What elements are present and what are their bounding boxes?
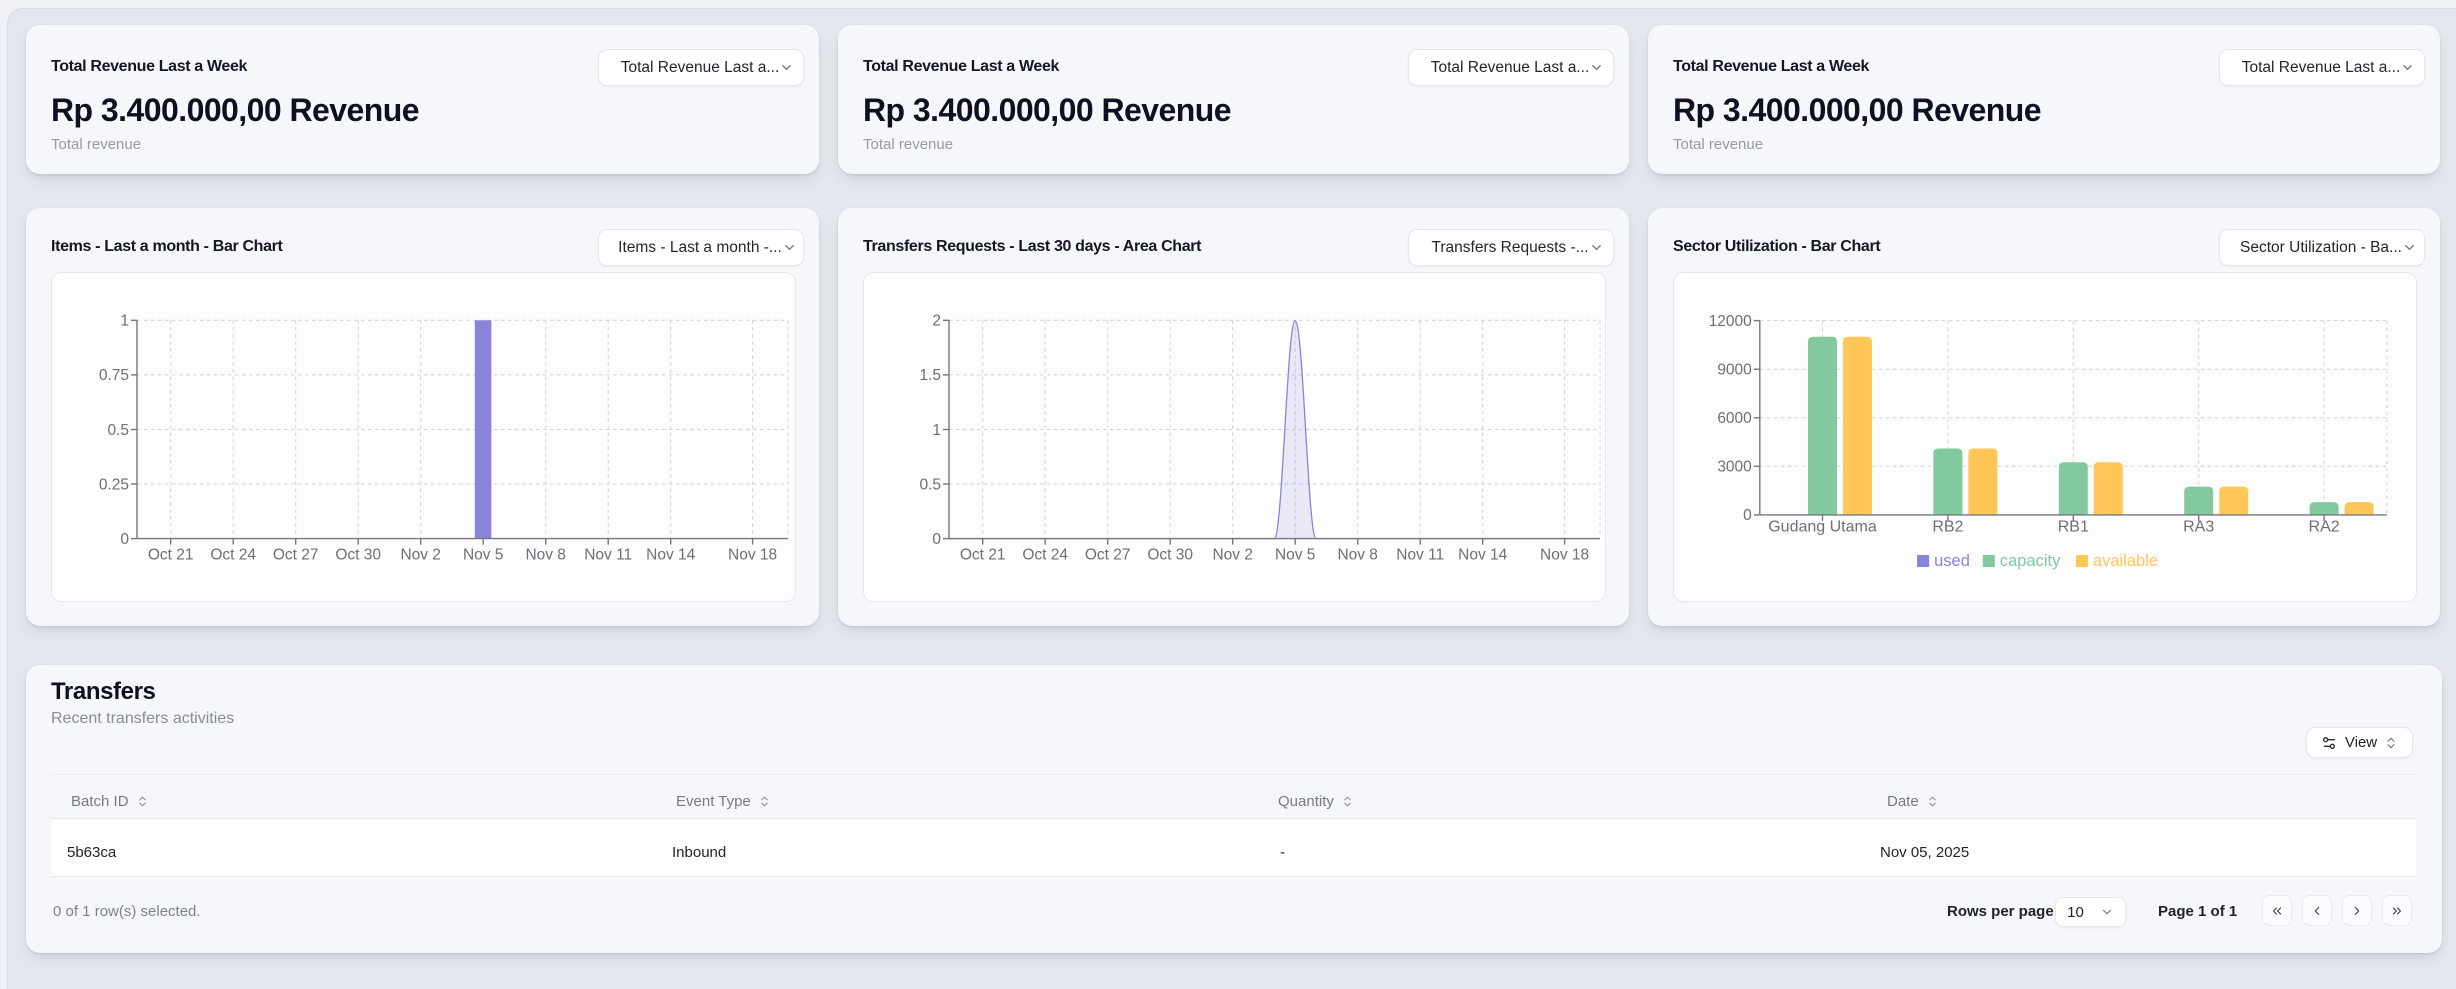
svg-text:2: 2 <box>932 313 941 330</box>
svg-text:Nov 14: Nov 14 <box>646 547 695 564</box>
svg-text:0: 0 <box>932 531 941 548</box>
svg-text:0.75: 0.75 <box>99 367 129 384</box>
svg-text:Oct 27: Oct 27 <box>1085 547 1131 564</box>
svg-text:Oct 24: Oct 24 <box>1022 547 1068 564</box>
svg-text:1: 1 <box>932 422 941 439</box>
svg-text:Oct 21: Oct 21 <box>148 547 194 564</box>
svg-text:Nov 2: Nov 2 <box>1212 547 1253 564</box>
svg-text:0: 0 <box>120 531 129 548</box>
svg-text:RB2: RB2 <box>1932 519 1963 536</box>
svg-text:Oct 30: Oct 30 <box>1147 547 1193 564</box>
svg-text:Gudang Utama: Gudang Utama <box>1768 519 1877 536</box>
svg-text:1.5: 1.5 <box>919 367 941 384</box>
svg-text:capacity: capacity <box>2000 552 2061 570</box>
svg-text:Oct 30: Oct 30 <box>335 547 381 564</box>
svg-text:RB1: RB1 <box>2058 519 2089 536</box>
svg-text:Nov 5: Nov 5 <box>463 547 504 564</box>
svg-text:RA3: RA3 <box>2183 519 2214 536</box>
svg-text:0.25: 0.25 <box>99 476 129 493</box>
svg-text:Nov 11: Nov 11 <box>1396 547 1444 564</box>
svg-text:Nov 14: Nov 14 <box>1458 547 1507 564</box>
svg-text:RA2: RA2 <box>2309 519 2340 536</box>
svg-text:Nov 18: Nov 18 <box>728 547 777 564</box>
svg-text:1: 1 <box>120 313 129 330</box>
svg-text:Nov 8: Nov 8 <box>1337 547 1378 564</box>
svg-text:0.5: 0.5 <box>107 422 129 439</box>
svg-text:Nov 2: Nov 2 <box>400 547 441 564</box>
svg-text:0.5: 0.5 <box>919 476 941 493</box>
svg-text:12000: 12000 <box>1709 313 1752 330</box>
svg-text:Nov 8: Nov 8 <box>525 547 566 564</box>
svg-text:0: 0 <box>1743 507 1752 524</box>
svg-text:Nov 5: Nov 5 <box>1275 547 1316 564</box>
svg-text:available: available <box>2093 552 2158 570</box>
svg-text:Oct 21: Oct 21 <box>960 547 1006 564</box>
svg-text:used: used <box>1934 552 1970 570</box>
svg-text:Oct 24: Oct 24 <box>210 547 256 564</box>
svg-text:Nov 11: Nov 11 <box>584 547 632 564</box>
svg-text:Oct 27: Oct 27 <box>273 547 319 564</box>
svg-text:9000: 9000 <box>1717 362 1752 379</box>
svg-text:6000: 6000 <box>1717 410 1752 427</box>
svg-text:Nov 18: Nov 18 <box>1540 547 1589 564</box>
svg-text:3000: 3000 <box>1717 459 1752 476</box>
